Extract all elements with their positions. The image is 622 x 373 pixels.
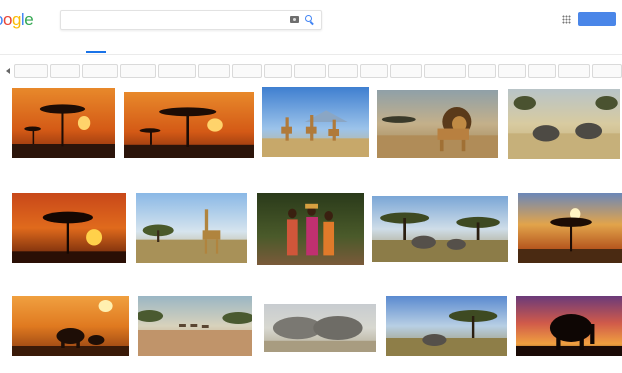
sign-in-button[interactable]	[578, 12, 616, 26]
related-search-chip[interactable]	[158, 64, 196, 78]
image-result[interactable]	[372, 196, 508, 280]
search-tabs	[0, 37, 622, 53]
image-result[interactable]	[124, 92, 254, 176]
related-search-chip[interactable]	[294, 64, 326, 78]
image-result[interactable]	[12, 296, 129, 373]
image-result[interactable]	[518, 193, 622, 281]
result-thumbnail[interactable]	[516, 296, 622, 356]
apps-grid-icon[interactable]	[562, 15, 571, 24]
result-thumbnail[interactable]	[257, 193, 364, 265]
image-result[interactable]	[516, 296, 622, 373]
chevron-left-icon[interactable]	[6, 68, 10, 74]
search-box[interactable]	[60, 10, 322, 30]
search-input[interactable]	[67, 14, 267, 27]
header: oogle	[0, 0, 622, 40]
related-search-chip[interactable]	[328, 64, 358, 78]
image-result[interactable]	[257, 193, 364, 283]
logo-letter: o	[2, 10, 12, 29]
related-search-chip[interactable]	[468, 64, 496, 78]
result-thumbnail[interactable]	[12, 296, 129, 356]
result-thumbnail[interactable]	[264, 304, 376, 352]
related-search-chip[interactable]	[50, 64, 80, 78]
result-thumbnail[interactable]	[377, 90, 498, 158]
search-icon[interactable]	[305, 15, 312, 22]
related-search-chip[interactable]	[198, 64, 230, 78]
image-result[interactable]	[386, 296, 507, 373]
logo-letter: e	[24, 10, 34, 29]
image-result[interactable]	[262, 87, 369, 175]
logo-letter: g	[11, 10, 21, 29]
result-thumbnail[interactable]	[12, 193, 126, 263]
related-search-chip[interactable]	[232, 64, 262, 78]
image-result[interactable]	[508, 89, 620, 177]
related-search-chip[interactable]	[390, 64, 422, 78]
result-thumbnail[interactable]	[262, 87, 369, 157]
result-thumbnail[interactable]	[518, 193, 622, 263]
related-search-chip[interactable]	[82, 64, 118, 78]
result-thumbnail[interactable]	[138, 296, 252, 356]
image-result[interactable]	[138, 296, 252, 373]
image-result[interactable]	[12, 193, 126, 281]
search-logo[interactable]: oogle	[0, 10, 34, 30]
result-thumbnail[interactable]	[124, 92, 254, 158]
result-thumbnail[interactable]	[386, 296, 507, 356]
related-searches-bar	[0, 64, 622, 79]
related-search-chip[interactable]	[528, 64, 556, 78]
related-search-chip[interactable]	[498, 64, 526, 78]
image-result[interactable]	[136, 193, 247, 281]
related-search-chip[interactable]	[264, 64, 292, 78]
related-search-chip[interactable]	[120, 64, 156, 78]
related-search-chip[interactable]	[558, 64, 590, 78]
result-thumbnail[interactable]	[508, 89, 620, 159]
result-thumbnail[interactable]	[372, 196, 508, 262]
related-search-chip[interactable]	[592, 64, 622, 78]
related-search-chip[interactable]	[424, 64, 466, 78]
related-search-chip[interactable]	[14, 64, 48, 78]
related-search-chip[interactable]	[360, 64, 388, 78]
image-result[interactable]	[12, 88, 115, 176]
header-divider	[0, 54, 622, 55]
result-thumbnail[interactable]	[12, 88, 115, 158]
image-result[interactable]	[264, 304, 376, 370]
active-tab-indicator	[86, 51, 106, 53]
search-results-page: oogle	[0, 0, 622, 373]
camera-icon[interactable]	[290, 16, 299, 23]
result-thumbnail[interactable]	[136, 193, 247, 263]
image-result[interactable]	[377, 90, 498, 176]
